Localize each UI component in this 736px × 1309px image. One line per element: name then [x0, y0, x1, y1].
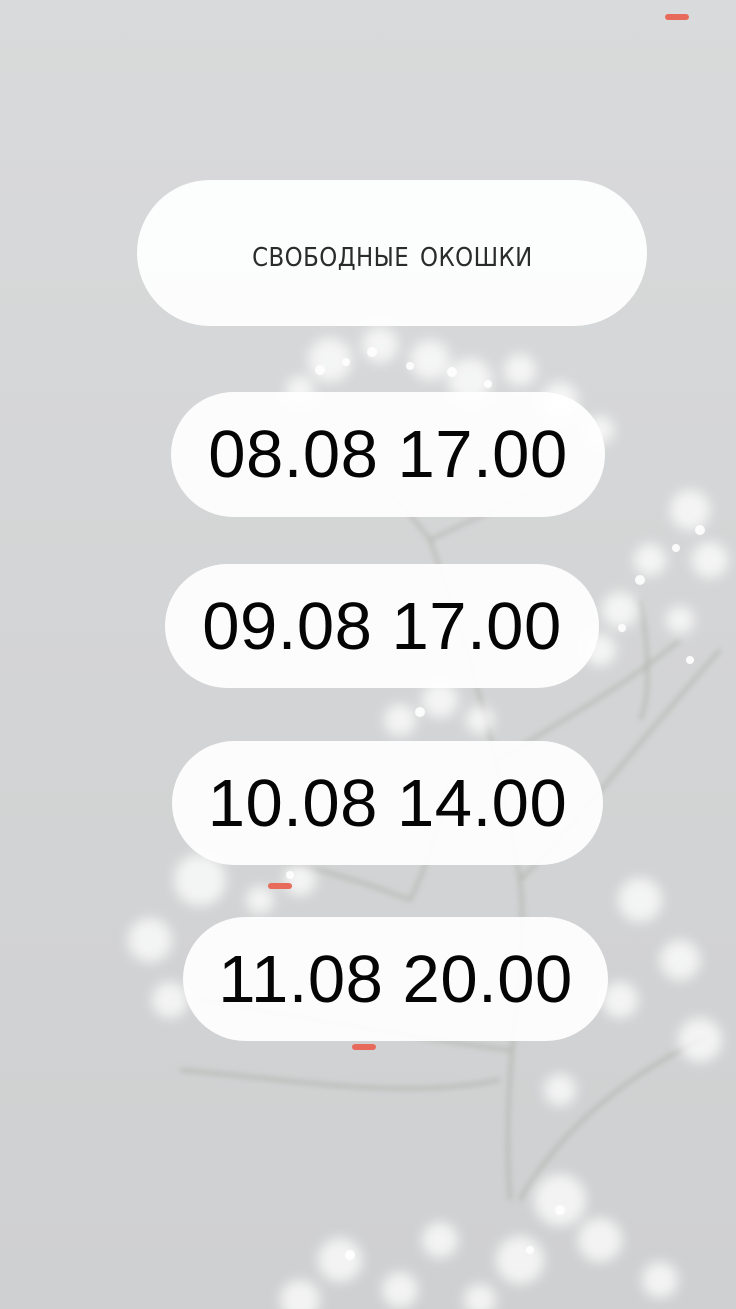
decorative-mark [665, 14, 689, 20]
slot-pill[interactable]: 08.08 17.00 [171, 392, 605, 517]
slot-label: 10.08 14.00 [207, 765, 568, 841]
slot-label: 08.08 17.00 [208, 417, 568, 492]
slot-pill[interactable]: 09.08 17.00 [165, 564, 599, 688]
decorative-mark [268, 883, 292, 889]
slot-pill[interactable]: 11.08 20.00 [183, 917, 608, 1041]
slot-pill[interactable]: 10.08 14.00 [172, 741, 603, 865]
decorative-mark [352, 1044, 376, 1050]
page-title: свободные окошки [251, 231, 533, 275]
slot-label: 09.08 17.00 [202, 588, 562, 664]
slot-label: 11.08 20.00 [218, 941, 573, 1017]
title-pill: свободные окошки [137, 180, 647, 326]
